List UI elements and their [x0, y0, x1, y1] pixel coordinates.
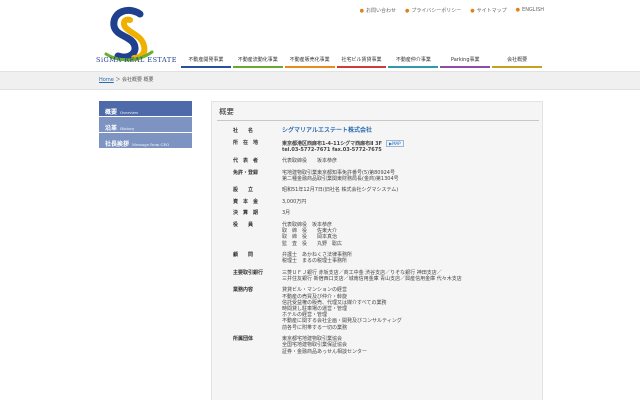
breadcrumb-home-link[interactable]: Home	[99, 77, 114, 83]
profile-row-company: 社 名 シグマリアルエステート株式会社	[230, 127, 535, 134]
page-title: 概要	[219, 107, 234, 116]
profile-row-representative: 代 表 者 代表取締役 坂本恭彦	[230, 158, 535, 164]
sidebar: 概要 Overview 沿革 History 社長挨拶 Message from CE…	[99, 101, 192, 149]
capital-value: 3,000万円	[282, 198, 307, 205]
nav-parking[interactable]: Parking事業	[439, 54, 491, 68]
profile-row-founded: 設 立 昭和51年12月7日(旧社名 株式会社シグマシステム)	[230, 187, 535, 193]
row-label: 役 員	[233, 221, 254, 228]
row-label: 資 本 金	[233, 198, 259, 205]
bullet-icon: ●	[404, 8, 410, 14]
nav-color-bar	[440, 66, 491, 68]
nav-sales[interactable]: 不動産販売化事業	[284, 54, 336, 68]
logo-wordmark: SiGMA REAL ESTATE	[96, 56, 177, 64]
nav-leasing[interactable]: 社宅ビル賃貸事業	[336, 54, 388, 68]
utility-link-sitemap[interactable]: ● サイトマップ	[470, 7, 506, 14]
row-label: 免許・登録	[233, 169, 259, 176]
profile-row-license: 免許・登録 宅地建物取引業東京都知事免許番号(5)第80924号 第二種金融商品…	[230, 170, 535, 182]
company-address: 東京都港区西麻布1-4-11シグマ西麻布Ⅱ 3F	[282, 140, 382, 147]
breadcrumb-separator: ＞	[115, 77, 121, 83]
nav-securitization[interactable]: 不動産流動化事業	[232, 54, 284, 68]
breadcrumb: Home ＞ 会社概要 概要	[99, 76, 154, 83]
sidebar-item-sublabel: Overview	[120, 110, 139, 115]
map-button[interactable]: ▶MAP	[386, 139, 404, 147]
page: SiGMA REAL ESTATE ● お問い合わせ ● プライバシーポリシー ● サ…	[0, 0, 640, 400]
bank-line: 三井住友銀行 新宿西口支店／城南信用金庫 青山支店／興産信用金庫 代々木支店	[282, 275, 462, 282]
business-line: 前各号に附帯する一切の業務	[282, 324, 348, 331]
nav-color-bar	[388, 66, 439, 68]
utility-nav: ● お問い合わせ ● プライバシーポリシー ● サイトマップ ● ENGLISH	[360, 7, 544, 14]
founded-date: 昭和51年12月7日(旧社名 株式会社シグマシステム)	[282, 187, 399, 194]
row-label: 所 在 地	[233, 139, 259, 146]
sidebar-item-history[interactable]: 沿革 History	[99, 117, 192, 133]
utility-link-contact[interactable]: ● お問い合わせ	[360, 7, 396, 14]
profile-row-address: 所 在 地 東京都港区西麻布1-4-11シグマ西麻布Ⅱ 3F ▶MAP tel.0…	[230, 139, 535, 153]
bullet-icon: ●	[515, 7, 521, 13]
breadcrumb-current: 会社概要 概要	[121, 77, 154, 83]
company-profile-table: 社 名 シグマリアルエステート株式会社 所 在 地 東京都港区西麻布1-4-11…	[230, 127, 535, 360]
representative: 代表取締役 坂本恭彦	[282, 158, 338, 165]
nav-color-bar	[492, 66, 543, 68]
profile-row-banks: 主要取引銀行 三菱ＵＦＪ銀行 赤坂支店／商工中金 渋谷支店／りそな銀行 神田支店…	[230, 270, 535, 282]
profile-row-fiscal: 決 算 期 3月	[230, 210, 535, 216]
company-name: シグマリアルエステート株式会社	[282, 127, 372, 134]
utility-link-english[interactable]: ● ENGLISH	[516, 7, 544, 14]
sidebar-item-sublabel: History	[120, 126, 135, 131]
title-divider	[217, 120, 539, 121]
sidebar-item-overview[interactable]: 概要 Overview	[99, 101, 192, 117]
sidebar-item-label: 沿革	[105, 125, 118, 132]
row-label: 顧 問	[233, 252, 254, 259]
nav-company[interactable]: 会社概要	[491, 54, 543, 68]
nav-color-bar	[284, 66, 335, 68]
sidebar-item-label: 社長挨拶	[105, 141, 130, 148]
nav-development[interactable]: 不動産開発事業	[180, 54, 232, 68]
global-nav: 不動産開発事業 不動産流動化事業 不動産販売化事業 社宅ビル賃貸事業 不動産仲介…	[180, 54, 543, 68]
license-line: 第二種金融商品取引業関東財務局長(金商)第1304号	[282, 175, 399, 182]
nav-brokerage[interactable]: 不動産仲介事業	[387, 54, 439, 68]
advisor-line: 税理士 まるの税理士事務所	[282, 258, 348, 265]
sidebar-item-ceo-message[interactable]: 社長挨拶 Message from CEO	[99, 133, 192, 149]
sidebar-item-sublabel: Message from CEO	[132, 142, 170, 147]
profile-row-business: 業務内容 貸貸ビル・マンションの経営 不動産の売買及び仲介・斡旋 信託受益権の販…	[230, 287, 535, 330]
sidebar-item-label: 概要	[105, 109, 118, 116]
profile-row-groups: 所属団体 東京都宅地建物取引業協会 全国宅地建物取引業保証協会 証券・金融商品あ…	[230, 336, 535, 355]
row-label: 代 表 者	[233, 158, 259, 165]
row-label: 決 算 期	[233, 210, 259, 217]
profile-row-officers: 役 員 代表取締役 坂本恭彦 取 締 役 佐東大介 取 締 役 岡本真治 監 査…	[230, 222, 535, 247]
officer-line: 監 査 役 丸野 聡広	[282, 240, 343, 247]
row-label: 所属団体	[233, 336, 254, 343]
profile-row-capital: 資 本 金 3,000万円	[230, 199, 535, 205]
utility-link-privacy[interactable]: ● プライバシーポリシー	[405, 7, 461, 14]
breadcrumb-bar	[0, 71, 640, 90]
row-label: 業務内容	[233, 287, 254, 294]
group-line: 証券・金融商品あっせん相談センター	[282, 348, 368, 355]
nav-color-bar	[336, 66, 387, 68]
nav-color-bar	[232, 66, 283, 68]
fiscal-period: 3月	[282, 210, 291, 217]
bullet-icon: ●	[359, 8, 364, 14]
company-tel-fax: tel.03-5772-7671 fax.03-5772-7675	[282, 146, 382, 153]
nav-color-bar	[181, 66, 231, 68]
bullet-icon: ●	[470, 8, 475, 14]
profile-row-advisors: 顧 問 弁護士 あかねくさ法律事務所 税理士 まるの税理士事務所	[230, 252, 535, 264]
row-label: 設 立	[233, 187, 254, 194]
row-label: 社 名	[233, 128, 254, 134]
row-label: 主要取引銀行	[233, 269, 264, 276]
